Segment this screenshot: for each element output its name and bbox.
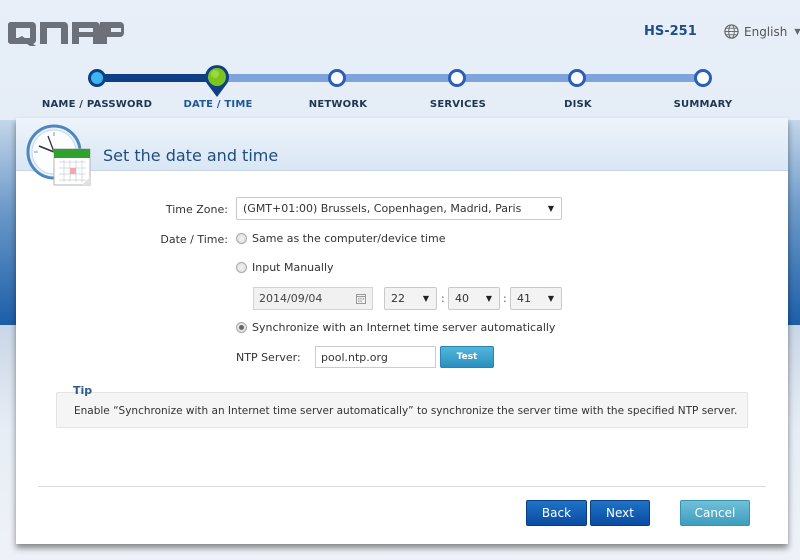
device-model: HS-251 (644, 24, 697, 39)
minute-value: 40 (455, 292, 469, 305)
ntp-server-value: pool.ntp.org (321, 350, 388, 364)
second-value: 41 (517, 292, 531, 305)
next-button[interactable]: Next (590, 500, 650, 526)
card-header: Set the date and time (16, 118, 788, 171)
dropdown-arrow-icon: ▼ (485, 294, 492, 303)
dropdown-arrow-icon: ▼ (547, 294, 554, 303)
calendar-icon[interactable] (356, 293, 366, 304)
time-zone-label: Time Zone: (165, 203, 228, 216)
globe-icon (724, 24, 739, 39)
step-dot-summary (694, 69, 712, 87)
clock-calendar-icon (26, 124, 91, 186)
date-time-label: Date / Time: (160, 233, 228, 246)
stepper-track-done (97, 74, 217, 82)
wizard-stepper: NAME / PASSWORD DATE / TIME NETWORK SERV… (0, 60, 800, 116)
radio-button[interactable] (236, 262, 247, 273)
hour-select[interactable]: 22 ▼ (384, 287, 437, 310)
radio-button[interactable] (236, 233, 247, 244)
radio-label: Same as the computer/device time (252, 232, 446, 245)
chevron-down-icon: ▼ (794, 27, 800, 36)
language-label: English (744, 24, 788, 39)
radio-input-manually[interactable]: Input Manually (236, 261, 334, 274)
step-dot-network (328, 69, 346, 87)
step-dot-disk (568, 69, 586, 87)
step-label-name-password: NAME / PASSWORD (41, 99, 153, 110)
step-dot-services (448, 69, 466, 87)
tip-text: Enable “Synchronize with an Internet tim… (74, 405, 738, 417)
radio-label: Synchronize with an Internet time server… (252, 321, 556, 334)
radio-label: Input Manually (252, 261, 334, 274)
time-zone-value: (GMT+01:00) Brussels, Copenhagen, Madrid… (243, 202, 522, 215)
step-label-services: SERVICES (429, 99, 487, 110)
radio-sync-internet[interactable]: Synchronize with an Internet time server… (236, 321, 555, 334)
minute-select[interactable]: 40 ▼ (448, 287, 500, 310)
step-label-summary: SUMMARY (673, 99, 733, 110)
radio-same-as-computer[interactable]: Same as the computer/device time (236, 232, 445, 245)
date-value: 2014/09/04 (259, 292, 323, 305)
dropdown-arrow-icon: ▼ (547, 204, 554, 213)
test-button[interactable]: Test (440, 346, 494, 368)
step-label-network: NETWORK (308, 99, 368, 110)
ntp-server-label: NTP Server: (236, 351, 301, 364)
cancel-button[interactable]: Cancel (680, 500, 750, 526)
language-selector[interactable]: English ▼ (724, 24, 800, 39)
time-separator: : (441, 292, 445, 305)
dropdown-arrow-icon: ▼ (422, 294, 429, 303)
step-current-marker (205, 65, 229, 97)
tip-title: Tip (73, 384, 93, 397)
back-button[interactable]: Back (526, 500, 587, 526)
hour-value: 22 (391, 292, 405, 305)
date-input[interactable]: 2014/09/04 (253, 287, 373, 310)
footer-divider (38, 486, 766, 487)
page-title: Set the date and time (103, 146, 279, 165)
time-separator: : (503, 292, 507, 305)
time-zone-select[interactable]: (GMT+01:00) Brussels, Copenhagen, Madrid… (236, 197, 562, 220)
step-label-disk: DISK (564, 99, 592, 110)
step-dot-name-password (88, 69, 106, 87)
radio-button[interactable] (236, 322, 247, 333)
second-select[interactable]: 41 ▼ (510, 287, 562, 310)
qnap-logo (8, 22, 124, 46)
step-label-date-time: DATE / TIME (183, 99, 253, 110)
ntp-server-input[interactable]: pool.ntp.org (315, 346, 436, 368)
